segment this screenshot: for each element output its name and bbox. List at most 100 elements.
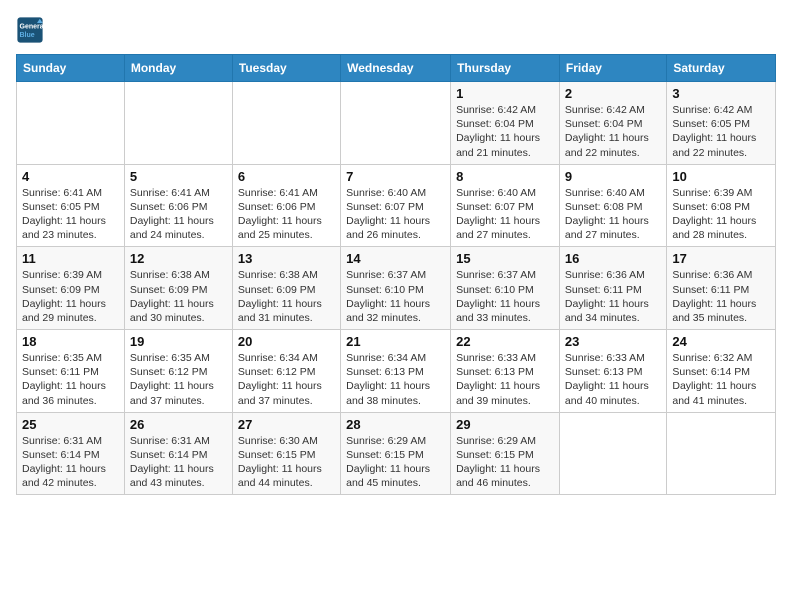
calendar-cell: 7 Sunrise: 6:40 AM Sunset: 6:07 PM Daylig… <box>341 164 451 247</box>
weekday-header-monday: Monday <box>124 55 232 82</box>
weekday-header-sunday: Sunday <box>17 55 125 82</box>
svg-text:General: General <box>20 24 45 31</box>
day-info: Sunrise: 6:29 AM Sunset: 6:15 PM Dayligh… <box>346 434 445 491</box>
calendar-cell: 3Sunrise: 6:42 AM Sunset: 6:05 PM Daylig… <box>667 82 776 165</box>
day-number: 27 <box>238 417 335 432</box>
calendar-table: SundayMondayTuesdayWednesdayThursdayFrid… <box>16 54 776 495</box>
day-number: 8 <box>456 169 554 184</box>
calendar-cell <box>341 82 451 165</box>
calendar-cell: 27 Sunrise: 6:30 AM Sunset: 6:15 PM Dayli… <box>232 412 340 495</box>
week-row-3: 11 Sunrise: 6:39 AM Sunset: 6:09 PM Dayli… <box>17 247 776 330</box>
day-number: 3 <box>672 86 770 101</box>
day-info: Sunrise: 6:39 AM Sunset: 6:09 PM Dayligh… <box>22 268 119 325</box>
calendar-cell: 15 Sunrise: 6:37 AM Sunset: 6:10 PM Dayli… <box>451 247 560 330</box>
calendar-cell <box>17 82 125 165</box>
day-info: Sunrise: 6:33 AM Sunset: 6:13 PM Dayligh… <box>565 351 661 408</box>
day-number: 10 <box>672 169 770 184</box>
day-number: 1 <box>456 86 554 101</box>
day-number: 6 <box>238 169 335 184</box>
calendar-cell: 13 Sunrise: 6:38 AM Sunset: 6:09 PM Dayli… <box>232 247 340 330</box>
day-number: 24 <box>672 334 770 349</box>
calendar-cell: 10 Sunrise: 6:39 AM Sunset: 6:08 PM Dayli… <box>667 164 776 247</box>
calendar-cell: 23 Sunrise: 6:33 AM Sunset: 6:13 PM Dayli… <box>559 330 666 413</box>
logo: General Blue <box>16 16 48 44</box>
weekday-header-tuesday: Tuesday <box>232 55 340 82</box>
weekday-header-friday: Friday <box>559 55 666 82</box>
day-info: Sunrise: 6:41 AM Sunset: 6:06 PM Dayligh… <box>130 186 227 243</box>
day-info: Sunrise: 6:34 AM Sunset: 6:13 PM Dayligh… <box>346 351 445 408</box>
day-info: Sunrise: 6:29 AM Sunset: 6:15 PM Dayligh… <box>456 434 554 491</box>
calendar-cell: 21 Sunrise: 6:34 AM Sunset: 6:13 PM Dayli… <box>341 330 451 413</box>
calendar-cell: 1 Sunrise: 6:42 AM Sunset: 6:04 PM Daylig… <box>451 82 560 165</box>
day-number: 20 <box>238 334 335 349</box>
day-number: 13 <box>238 251 335 266</box>
calendar-cell: 2 Sunrise: 6:42 AM Sunset: 6:04 PM Daylig… <box>559 82 666 165</box>
calendar-cell: 12 Sunrise: 6:38 AM Sunset: 6:09 PM Dayli… <box>124 247 232 330</box>
day-info: Sunrise: 6:40 AM Sunset: 6:08 PM Dayligh… <box>565 186 661 243</box>
calendar-cell <box>667 412 776 495</box>
calendar-cell <box>232 82 340 165</box>
day-number: 15 <box>456 251 554 266</box>
calendar-cell: 6Sunrise: 6:41 AM Sunset: 6:06 PM Daylig… <box>232 164 340 247</box>
calendar-cell: 18Sunrise: 6:35 AM Sunset: 6:11 PM Dayli… <box>17 330 125 413</box>
day-info: Sunrise: 6:38 AM Sunset: 6:09 PM Dayligh… <box>238 268 335 325</box>
day-number: 12 <box>130 251 227 266</box>
day-info: Sunrise: 6:34 AM Sunset: 6:12 PM Dayligh… <box>238 351 335 408</box>
week-row-1: 1 Sunrise: 6:42 AM Sunset: 6:04 PM Daylig… <box>17 82 776 165</box>
calendar-cell: 9 Sunrise: 6:40 AM Sunset: 6:08 PM Daylig… <box>559 164 666 247</box>
page-header: General Blue <box>16 16 776 48</box>
calendar-cell: 17 Sunrise: 6:36 AM Sunset: 6:11 PM Dayli… <box>667 247 776 330</box>
calendar-cell: 11 Sunrise: 6:39 AM Sunset: 6:09 PM Dayli… <box>17 247 125 330</box>
day-number: 25 <box>22 417 119 432</box>
calendar-cell <box>559 412 666 495</box>
calendar-cell: 14 Sunrise: 6:37 AM Sunset: 6:10 PM Dayli… <box>341 247 451 330</box>
day-info: Sunrise: 6:30 AM Sunset: 6:15 PM Dayligh… <box>238 434 335 491</box>
weekday-header-saturday: Saturday <box>667 55 776 82</box>
weekday-header-row: SundayMondayTuesdayWednesdayThursdayFrid… <box>17 55 776 82</box>
day-number: 29 <box>456 417 554 432</box>
calendar-cell: 20 Sunrise: 6:34 AM Sunset: 6:12 PM Dayli… <box>232 330 340 413</box>
day-info: Sunrise: 6:37 AM Sunset: 6:10 PM Dayligh… <box>346 268 445 325</box>
day-info: Sunrise: 6:41 AM Sunset: 6:05 PM Dayligh… <box>22 186 119 243</box>
day-number: 17 <box>672 251 770 266</box>
calendar-cell: 4 Sunrise: 6:41 AM Sunset: 6:05 PM Daylig… <box>17 164 125 247</box>
day-number: 22 <box>456 334 554 349</box>
day-number: 14 <box>346 251 445 266</box>
day-info: Sunrise: 6:42 AM Sunset: 6:04 PM Dayligh… <box>456 103 554 160</box>
day-number: 26 <box>130 417 227 432</box>
day-number: 11 <box>22 251 119 266</box>
day-info: Sunrise: 6:36 AM Sunset: 6:11 PM Dayligh… <box>565 268 661 325</box>
day-number: 18 <box>22 334 119 349</box>
day-info: Sunrise: 6:42 AM Sunset: 6:04 PM Dayligh… <box>565 103 661 160</box>
day-info: Sunrise: 6:31 AM Sunset: 6:14 PM Dayligh… <box>130 434 227 491</box>
day-info: Sunrise: 6:40 AM Sunset: 6:07 PM Dayligh… <box>346 186 445 243</box>
calendar-cell: 22 Sunrise: 6:33 AM Sunset: 6:13 PM Dayli… <box>451 330 560 413</box>
weekday-header-thursday: Thursday <box>451 55 560 82</box>
weekday-header-wednesday: Wednesday <box>341 55 451 82</box>
day-info: Sunrise: 6:36 AM Sunset: 6:11 PM Dayligh… <box>672 268 770 325</box>
day-info: Sunrise: 6:39 AM Sunset: 6:08 PM Dayligh… <box>672 186 770 243</box>
day-number: 23 <box>565 334 661 349</box>
calendar-cell <box>124 82 232 165</box>
calendar-cell: 28Sunrise: 6:29 AM Sunset: 6:15 PM Dayli… <box>341 412 451 495</box>
day-number: 5 <box>130 169 227 184</box>
calendar-cell: 5 Sunrise: 6:41 AM Sunset: 6:06 PM Daylig… <box>124 164 232 247</box>
day-number: 19 <box>130 334 227 349</box>
day-number: 2 <box>565 86 661 101</box>
day-info: Sunrise: 6:37 AM Sunset: 6:10 PM Dayligh… <box>456 268 554 325</box>
calendar-cell: 19Sunrise: 6:35 AM Sunset: 6:12 PM Dayli… <box>124 330 232 413</box>
week-row-2: 4 Sunrise: 6:41 AM Sunset: 6:05 PM Daylig… <box>17 164 776 247</box>
calendar-cell: 24Sunrise: 6:32 AM Sunset: 6:14 PM Dayli… <box>667 330 776 413</box>
day-number: 21 <box>346 334 445 349</box>
day-number: 9 <box>565 169 661 184</box>
calendar-cell: 25 Sunrise: 6:31 AM Sunset: 6:14 PM Dayli… <box>17 412 125 495</box>
day-info: Sunrise: 6:33 AM Sunset: 6:13 PM Dayligh… <box>456 351 554 408</box>
calendar-cell: 16Sunrise: 6:36 AM Sunset: 6:11 PM Dayli… <box>559 247 666 330</box>
day-info: Sunrise: 6:31 AM Sunset: 6:14 PM Dayligh… <box>22 434 119 491</box>
day-number: 4 <box>22 169 119 184</box>
day-number: 7 <box>346 169 445 184</box>
calendar-cell: 8Sunrise: 6:40 AM Sunset: 6:07 PM Daylig… <box>451 164 560 247</box>
week-row-4: 18Sunrise: 6:35 AM Sunset: 6:11 PM Dayli… <box>17 330 776 413</box>
day-info: Sunrise: 6:38 AM Sunset: 6:09 PM Dayligh… <box>130 268 227 325</box>
svg-text:Blue: Blue <box>20 32 35 39</box>
